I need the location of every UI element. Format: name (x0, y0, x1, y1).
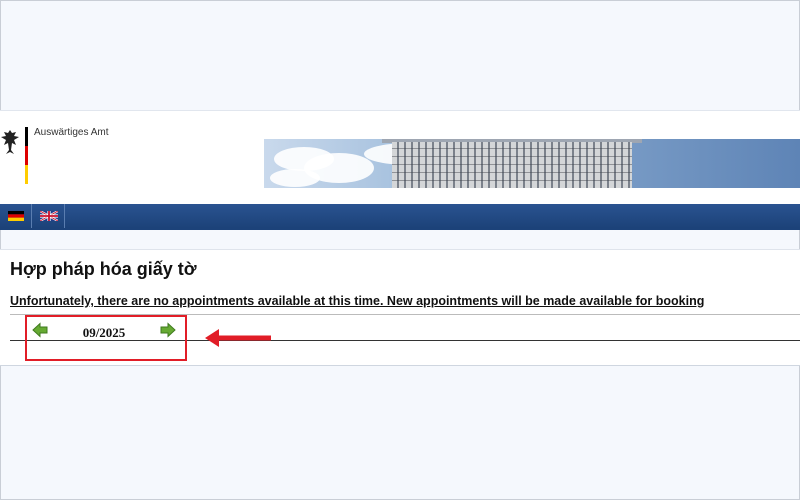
red-arrow-left-icon (205, 329, 271, 347)
federal-eagle-icon (1, 130, 19, 154)
building-banner (264, 139, 800, 188)
navigation-bar (0, 204, 800, 228)
navigation-underline (0, 228, 800, 230)
availability-notice: Unfortunately, there are no appointments… (10, 294, 705, 308)
german-flag-bar (25, 127, 28, 184)
page-title: Hợp pháp hóa giấy tờ (10, 259, 197, 279)
brand-name: Auswärtiges Amt (34, 127, 109, 138)
language-english-button[interactable] (33, 204, 65, 228)
annotation-highlight-box (25, 315, 187, 361)
flag-de-icon (7, 211, 24, 221)
flag-uk-icon (39, 211, 58, 221)
language-german-button[interactable] (0, 204, 32, 228)
